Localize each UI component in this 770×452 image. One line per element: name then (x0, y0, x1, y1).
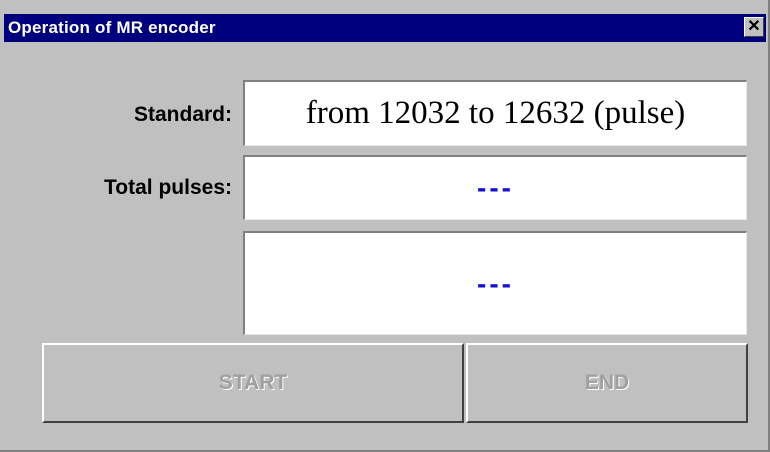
end-button[interactable]: END (466, 343, 748, 423)
close-icon: ✕ (747, 18, 761, 35)
total-pulses-value: --- (477, 172, 514, 203)
standard-value: from 12032 to 12632 (pulse) (305, 95, 686, 131)
start-button-label: START (218, 371, 288, 394)
title-bar[interactable]: Operation of MR encoder ✕ (4, 14, 766, 42)
standard-label: Standard: (133, 103, 232, 126)
encoder-dialog: Operation of MR encoder ✕ Standard: from… (0, 0, 770, 452)
start-button[interactable]: START (42, 343, 464, 423)
close-button[interactable]: ✕ (744, 17, 764, 37)
result-value: --- (477, 267, 514, 299)
window-title: Operation of MR encoder (8, 18, 216, 37)
end-button-label: END (584, 371, 630, 394)
standard-field: from 12032 to 12632 (pulse) (243, 80, 747, 146)
result-field: --- (243, 231, 747, 335)
total-pulses-field: --- (243, 155, 747, 220)
total-pulses-label: Total pulses: (104, 176, 232, 199)
